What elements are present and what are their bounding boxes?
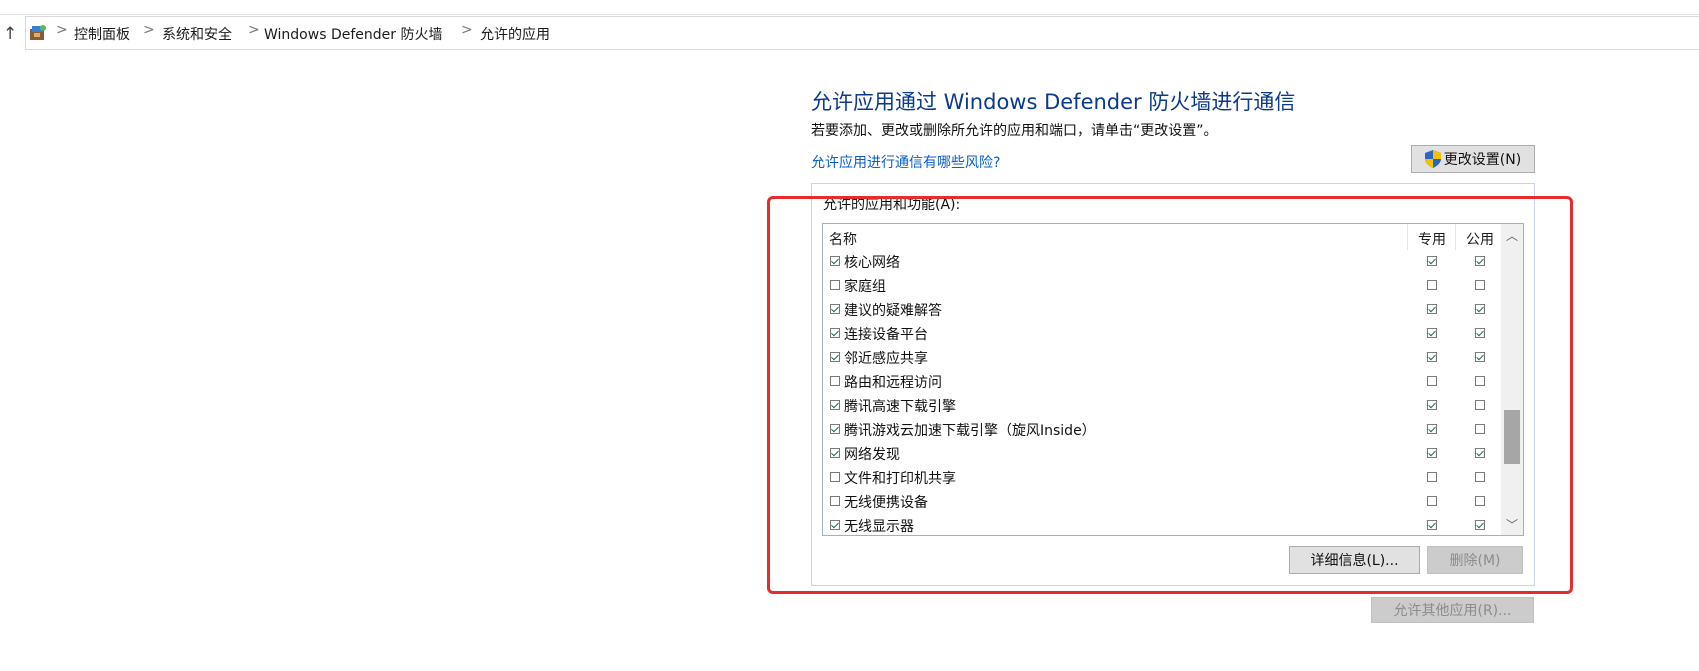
private-network-checkbox[interactable] (1427, 520, 1437, 530)
public-network-checkbox[interactable] (1475, 280, 1485, 290)
app-enable-checkbox[interactable] (830, 424, 840, 434)
public-network-checkbox[interactable] (1475, 376, 1485, 386)
public-network-checkbox[interactable] (1475, 400, 1485, 410)
app-name: 无线显示器 (844, 519, 914, 535)
app-name: 家庭组 (844, 279, 886, 295)
app-name: 路由和远程访问 (844, 375, 942, 391)
breadcrumb-separator: > (248, 22, 260, 38)
app-enable-checkbox[interactable] (830, 472, 840, 482)
private-network-checkbox[interactable] (1427, 352, 1437, 362)
page-title: 允许应用通过 Windows Defender 防火墙进行通信 (811, 90, 1296, 114)
breadcrumb-separator: > (56, 22, 68, 38)
window-top-border (0, 14, 1699, 15)
column-header-name[interactable]: 名称 (829, 229, 857, 249)
public-network-checkbox[interactable] (1475, 448, 1485, 458)
public-network-checkbox[interactable] (1475, 328, 1485, 338)
app-enable-checkbox[interactable] (830, 304, 840, 314)
breadcrumb-control-panel[interactable]: 控制面板 (74, 24, 130, 44)
app-enable-checkbox[interactable] (830, 352, 840, 362)
public-network-checkbox[interactable] (1475, 472, 1485, 482)
private-network-checkbox[interactable] (1427, 304, 1437, 314)
list-item[interactable]: 建议的疑难解答 (823, 298, 1501, 322)
list-item[interactable]: 无线便携设备 (823, 490, 1501, 514)
list-item[interactable]: 腾讯游戏云加速下载引擎（旋风Inside） (823, 418, 1501, 442)
private-network-checkbox[interactable] (1427, 424, 1437, 434)
private-network-checkbox[interactable] (1427, 472, 1437, 482)
column-divider (1455, 224, 1456, 250)
public-network-checkbox[interactable] (1475, 424, 1485, 434)
public-network-checkbox[interactable] (1475, 496, 1485, 506)
app-enable-checkbox[interactable] (830, 520, 840, 530)
column-header-public[interactable]: 公用 (1457, 229, 1503, 249)
private-network-checkbox[interactable] (1427, 496, 1437, 506)
app-name: 腾讯游戏云加速下载引擎（旋风Inside） (844, 423, 1096, 439)
chevron-down-icon[interactable]: ﹀ (1501, 514, 1523, 534)
change-settings-button[interactable]: 更改设置(N) (1411, 145, 1535, 173)
app-enable-checkbox[interactable] (830, 496, 840, 506)
list-item[interactable]: 家庭组 (823, 274, 1501, 298)
public-network-checkbox[interactable] (1475, 520, 1485, 530)
list-item[interactable]: 网络发现 (823, 442, 1501, 466)
delete-button[interactable]: 删除(M) (1427, 546, 1523, 574)
app-name: 网络发现 (844, 447, 900, 463)
app-enable-checkbox[interactable] (830, 328, 840, 338)
list-item[interactable]: 无线显示器 (823, 514, 1501, 535)
list-item[interactable]: 文件和打印机共享 (823, 466, 1501, 490)
app-name: 腾讯高速下载引擎 (844, 399, 956, 415)
app-name: 无线便携设备 (844, 495, 928, 511)
app-enable-checkbox[interactable] (830, 376, 840, 386)
breadcrumb-separator: > (143, 22, 155, 38)
app-name: 建议的疑难解答 (844, 303, 942, 319)
page-description: 若要添加、更改或删除所允许的应用和端口，请单击“更改设置”。 (811, 123, 1218, 139)
column-header-private[interactable]: 专用 (1409, 229, 1455, 249)
app-enable-checkbox[interactable] (830, 400, 840, 410)
up-arrow-icon[interactable]: ↑ (3, 24, 17, 44)
list-item[interactable]: 邻近感应共享 (823, 346, 1501, 370)
list-header: 名称 专用 公用 (823, 224, 1501, 250)
public-network-checkbox[interactable] (1475, 352, 1485, 362)
uac-shield-icon (1424, 150, 1441, 168)
app-enable-checkbox[interactable] (830, 280, 840, 290)
breadcrumb-firewall[interactable]: Windows Defender 防火墙 (264, 24, 442, 44)
scroll-thumb[interactable] (1504, 410, 1520, 464)
public-network-checkbox[interactable] (1475, 256, 1485, 266)
group-label: 允许的应用和功能(A): (821, 194, 963, 214)
app-name: 核心网络 (844, 255, 900, 271)
list-item[interactable]: 腾讯高速下载引擎 (823, 394, 1501, 418)
private-network-checkbox[interactable] (1427, 376, 1437, 386)
change-settings-label: 更改设置(N) (1443, 152, 1522, 168)
list-item[interactable]: 核心网络 (823, 250, 1501, 274)
app-name: 文件和打印机共享 (844, 471, 956, 487)
vertical-scrollbar[interactable]: ︿ ﹀ (1501, 224, 1523, 535)
list-item[interactable]: 路由和远程访问 (823, 370, 1501, 394)
chevron-up-icon[interactable]: ︿ (1501, 225, 1523, 245)
private-network-checkbox[interactable] (1427, 280, 1437, 290)
private-network-checkbox[interactable] (1427, 448, 1437, 458)
details-button[interactable]: 详细信息(L)... (1289, 546, 1420, 574)
column-divider (1407, 224, 1408, 250)
control-panel-icon (30, 25, 46, 40)
app-name: 邻近感应共享 (844, 351, 928, 367)
breadcrumb-separator: > (461, 22, 473, 38)
allow-other-app-button[interactable]: 允许其他应用(R)... (1371, 597, 1534, 623)
risk-link[interactable]: 允许应用进行通信有哪些风险? (811, 152, 1000, 172)
private-network-checkbox[interactable] (1427, 328, 1437, 338)
breadcrumb-system-security[interactable]: 系统和安全 (162, 24, 232, 44)
app-enable-checkbox[interactable] (830, 448, 840, 458)
private-network-checkbox[interactable] (1427, 400, 1437, 410)
list-item[interactable]: 连接设备平台 (823, 322, 1501, 346)
private-network-checkbox[interactable] (1427, 256, 1437, 266)
app-name: 连接设备平台 (844, 327, 928, 343)
public-network-checkbox[interactable] (1475, 304, 1485, 314)
app-enable-checkbox[interactable] (830, 256, 840, 266)
breadcrumb-allowed-apps[interactable]: 允许的应用 (480, 24, 550, 44)
allowed-apps-list[interactable]: 名称 专用 公用 核心网络家庭组建议的疑难解答 连接设备平台 邻近感应共享 路由和远程… (822, 223, 1524, 536)
